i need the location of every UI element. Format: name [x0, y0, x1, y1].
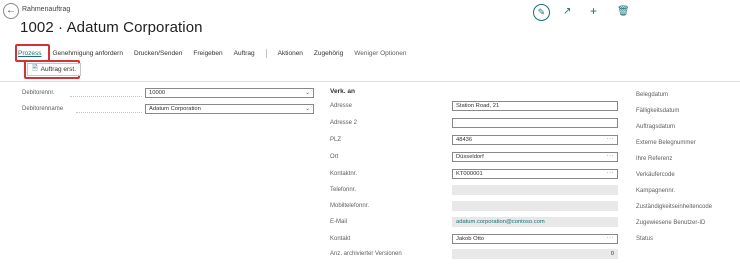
field-leader — [70, 96, 142, 97]
plz-label: PLZ — [330, 137, 342, 143]
kontaktnr-label: Kontaktnr. — [330, 171, 358, 177]
kontakt-value: Jakob Otto — [456, 236, 485, 242]
chevron-down-icon[interactable]: ⌄ — [305, 105, 310, 113]
debitornr-field[interactable]: 10000 ⌄ — [145, 88, 314, 98]
adresse-label: Adresse — [330, 103, 353, 109]
externe-belegnummer-label: Externe Belegnummer — [636, 140, 696, 146]
action-menu-bar: Prozess Genehmigung anfordern Drucken/Se… — [18, 47, 417, 59]
faelligkeitsdatum-label: Fälligkeitsdatum — [636, 108, 680, 114]
debitorname-value: Adatum Corporation — [149, 106, 201, 112]
pencil-icon[interactable]: ✎ — [533, 4, 550, 21]
verkaeufercode-label: Verkäufercode — [636, 172, 675, 178]
mobiltelefonnr-field — [452, 201, 618, 211]
chevron-down-icon[interactable]: ⌄ — [305, 89, 310, 97]
mobiltelefonnr-label: Mobiltelefonnr. — [330, 203, 370, 209]
lookup-icon[interactable]: ··· — [607, 152, 615, 160]
menu-weniger-optionen[interactable]: Weniger Optionen — [354, 50, 406, 57]
sell-to-heading: Verk. an — [330, 88, 355, 95]
create-order-button[interactable]: 🗎 Auftrag erst. — [27, 63, 82, 76]
kontaktnr-value: KT000001 — [456, 171, 483, 177]
debitornr-label: Debitorennr. — [22, 90, 55, 96]
belegdatum-label: Belegdatum — [636, 92, 669, 98]
plus-icon[interactable]: + — [590, 4, 597, 18]
lookup-icon[interactable]: ··· — [607, 135, 615, 143]
archived-versions-field: 0 — [452, 249, 618, 259]
zugewiesene-benutzer-id-label: Zugewiesene Benutzer-ID — [636, 220, 706, 226]
page-title: 1002 · Adatum Corporation — [20, 19, 203, 36]
menu-genehmigung-anfordern[interactable]: Genehmigung anfordern — [52, 50, 122, 57]
ort-value: Düsseldorf — [456, 154, 484, 160]
create-order-label: Auftrag erst. — [40, 66, 77, 73]
trash-icon[interactable]: 🗑 — [617, 6, 630, 17]
debitorname-field[interactable]: Adatum Corporation ⌄ — [145, 104, 314, 114]
menu-divider — [265, 48, 267, 58]
kontakt-field[interactable]: Jakob Otto ··· — [452, 234, 618, 244]
menu-freigeben[interactable]: Freigeben — [193, 50, 222, 57]
ort-label: Ort — [330, 154, 339, 160]
page-kind: Rahmenauftrag — [22, 6, 71, 13]
status-label: Status — [636, 236, 654, 242]
archived-versions-value: 0 — [610, 251, 614, 257]
lookup-icon[interactable]: ··· — [607, 234, 615, 242]
archived-versions-label: Anz. archivierter Versionen — [330, 251, 402, 257]
plz-value: 48436 — [456, 137, 473, 143]
menu-prozess[interactable]: Prozess — [18, 50, 41, 57]
menu-aktionen[interactable]: Aktionen — [278, 50, 303, 57]
email-label: E-Mail — [330, 219, 348, 225]
adresse-field[interactable]: Station Road, 21 — [452, 101, 618, 111]
ihre-referenz-label: Ihre Referenz — [636, 156, 673, 162]
field-leader — [76, 112, 142, 113]
share-icon[interactable]: ↗ — [563, 6, 571, 17]
menu-zugehoerig[interactable]: Zugehörig — [314, 50, 343, 57]
header-divider — [0, 81, 740, 82]
telefonnr-field — [452, 185, 618, 195]
zustaendigkeitseinheitencode-label: Zuständigkeitseinheitencode — [636, 204, 713, 210]
debitorname-label: Debitorenname — [22, 106, 64, 112]
menu-auftrag[interactable]: Auftrag — [234, 50, 255, 57]
lookup-icon[interactable]: ··· — [607, 169, 615, 177]
adresse2-label: Adresse 2 — [330, 120, 358, 126]
document-icon: 🗎 — [32, 65, 38, 72]
menu-drucken-senden[interactable]: Drucken/Senden — [134, 50, 182, 57]
debitornr-value: 10000 — [149, 90, 166, 96]
adresse-value: Station Road, 21 — [456, 103, 500, 109]
telefonnr-label: Telefonnr. — [330, 187, 357, 193]
adresse2-field[interactable] — [452, 118, 618, 128]
kontaktnr-field[interactable]: KT000001 ··· — [452, 169, 618, 179]
back-arrow-icon[interactable]: ← — [3, 3, 19, 19]
plz-field[interactable]: 48436 ··· — [452, 135, 618, 145]
email-field[interactable]: adatum.corporation@contoso.com — [452, 217, 618, 227]
kampagnennr-label: Kampagnennr. — [636, 188, 676, 194]
ort-field[interactable]: Düsseldorf ··· — [452, 152, 618, 162]
kontakt-label: Kontakt — [330, 236, 351, 242]
email-value[interactable]: adatum.corporation@contoso.com — [456, 219, 545, 225]
auftragsdatum-label: Auftragsdatum — [636, 124, 676, 130]
